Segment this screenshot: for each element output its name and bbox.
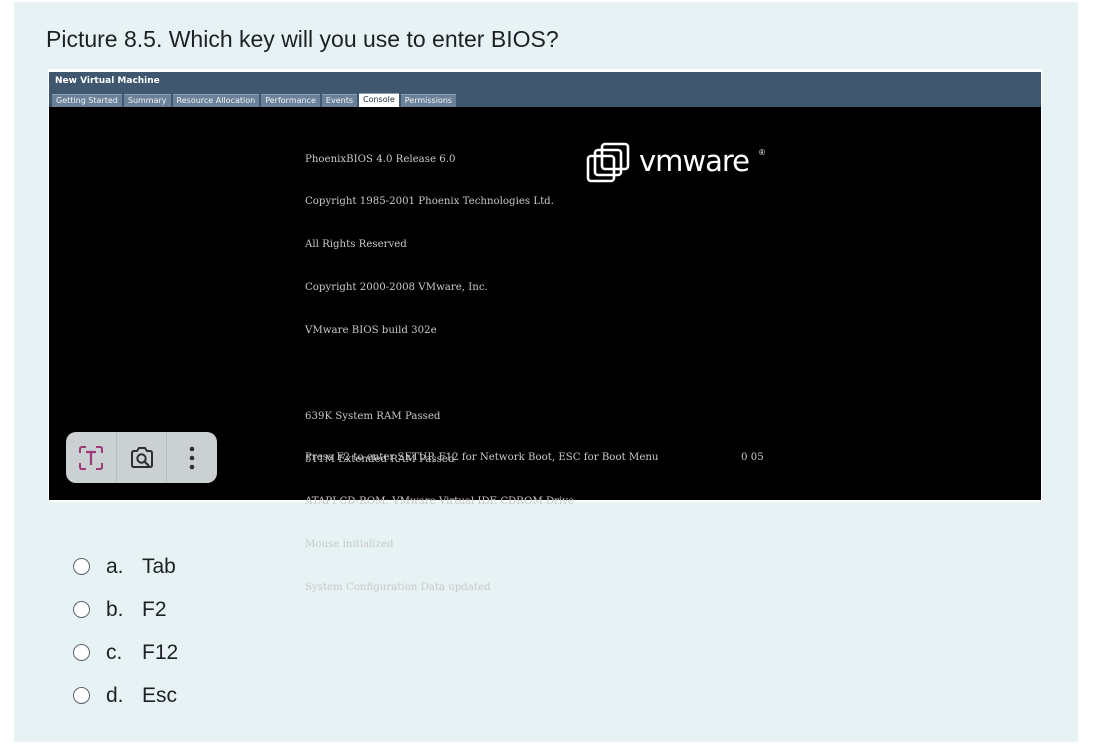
option-d[interactable]: d. Esc [59, 674, 178, 717]
option-c[interactable]: c. F12 [59, 631, 178, 674]
bios-text-block: PhoenixBIOS 4.0 Release 6.0 Copyright 19… [305, 124, 574, 624]
text-extract-icon [78, 445, 103, 470]
image-overlay-toolbar [66, 432, 217, 483]
bios-line: Copyright 2000-2008 VMware, Inc. [305, 282, 488, 294]
radio-button[interactable] [73, 601, 90, 618]
vm-window-title: New Virtual Machine [55, 76, 160, 86]
option-a[interactable]: a. Tab [59, 545, 178, 588]
vm-titlebar: New Virtual Machine Getting Started Summ… [49, 72, 1041, 107]
radio-button[interactable] [73, 687, 90, 704]
option-letter: a. [106, 554, 124, 578]
tab-summary[interactable]: Summary [123, 94, 171, 107]
visual-search-button[interactable] [115, 432, 167, 483]
option-letter: b. [106, 597, 124, 621]
bios-line: ATAPI CD-ROM: VMware Virtual IDE CDROM D… [305, 496, 575, 508]
vm-tabs: Getting Started Summary Resource Allocat… [52, 93, 458, 107]
option-label: Esc [142, 683, 178, 707]
option-letter: d. [106, 683, 124, 707]
more-options-icon [189, 446, 195, 469]
tab-getting-started[interactable]: Getting Started [52, 94, 122, 107]
visual-search-icon [130, 446, 153, 468]
bios-line: VMware BIOS build 302e [305, 325, 437, 337]
option-letter: c. [106, 640, 123, 664]
bios-line: Mouse initialized [305, 539, 394, 551]
vmware-boxes-icon [586, 142, 630, 183]
tab-console[interactable]: Console [359, 93, 399, 107]
vmware-logo-reg: ® [759, 148, 765, 157]
option-b[interactable]: b. F2 [59, 588, 178, 631]
bios-line: System Configuration Data updated [305, 582, 491, 594]
option-label: Tab [142, 554, 176, 578]
bios-counter: 0 05 [741, 452, 764, 463]
bios-line: Copyright 1985-2001 Phoenix Technologies… [305, 196, 554, 208]
radio-button[interactable] [73, 558, 90, 575]
answer-options: a. Tab b. F2 c. F12 d. Esc [59, 545, 178, 717]
tab-performance[interactable]: Performance [261, 94, 320, 107]
vmware-logo: vmware ® [585, 142, 785, 188]
bios-line: 639K System RAM Passed [305, 410, 441, 422]
bios-key-prompt: Press F2 to enter SETUP, F12 for Network… [305, 452, 659, 463]
option-label: F2 [142, 597, 167, 621]
vmware-logo-text: vmware [639, 144, 750, 178]
more-options-button[interactable] [166, 432, 217, 483]
tab-permissions[interactable]: Permissions [400, 94, 457, 107]
text-extract-button[interactable] [66, 432, 116, 483]
bios-line: All Rights Reserved [305, 239, 407, 251]
bios-line: PhoenixBIOS 4.0 Release 6.0 [305, 153, 456, 165]
tab-resource-allocation[interactable]: Resource Allocation [172, 94, 260, 107]
question-card: Picture 8.5. Which key will you use to e… [14, 2, 1078, 742]
radio-button[interactable] [73, 644, 90, 661]
option-label: F12 [142, 640, 179, 664]
question-text: Picture 8.5. Which key will you use to e… [46, 26, 559, 52]
bios-spacer [305, 367, 574, 381]
tab-events[interactable]: Events [321, 94, 357, 107]
